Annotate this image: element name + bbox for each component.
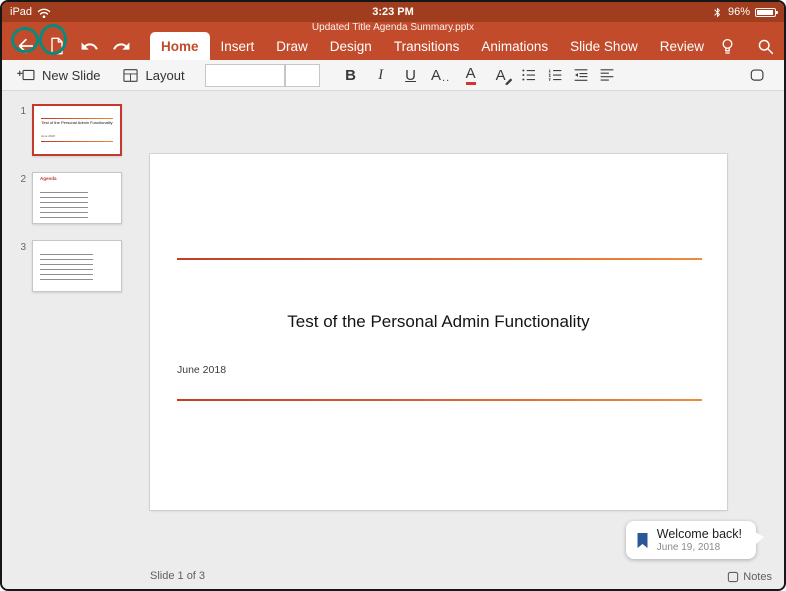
slide-canvas[interactable]: Test of the Personal Admin Functionality… — [150, 154, 727, 510]
tab-draw[interactable]: Draw — [265, 32, 319, 60]
mini-heading: Agenda — [40, 176, 57, 181]
numbering-button[interactable] — [542, 62, 568, 88]
callout-title: Welcome back! — [657, 527, 742, 541]
text-effects-button[interactable]: A — [486, 62, 516, 88]
back-button[interactable] — [12, 33, 38, 59]
wifi-icon — [37, 6, 51, 19]
layout-label: Layout — [146, 68, 185, 83]
layout-button[interactable]: Layout — [121, 67, 185, 84]
ribbon: Updated Title Agenda Summary.pptx Home I… — [2, 22, 784, 60]
notes-icon — [727, 571, 739, 583]
pen-icon — [504, 75, 514, 85]
device-label: iPad — [10, 6, 32, 18]
mini-text-lines — [40, 254, 93, 284]
callout-date: June 19, 2018 — [657, 542, 742, 553]
italic-button[interactable]: I — [366, 62, 396, 88]
powerpoint-app: iPad 3:23 PM 96% Updated Title Agenda Su… — [0, 0, 786, 591]
slide-counter: Slide 1 of 3 — [150, 570, 205, 582]
new-slide-button[interactable]: New Slide — [16, 66, 101, 84]
mini-text-lines — [40, 192, 88, 218]
status-bar: iPad 3:23 PM 96% — [2, 2, 784, 22]
tab-home[interactable]: Home — [150, 32, 210, 60]
tab-animations[interactable]: Animations — [470, 32, 559, 60]
slide-thumbnail-3[interactable] — [32, 240, 122, 292]
tab-transitions[interactable]: Transitions — [383, 32, 471, 60]
home-toolbar: New Slide Layout B I U A.. A A — [2, 60, 784, 91]
mini-date: June 2018 — [41, 134, 55, 138]
tab-review[interactable]: Review — [649, 32, 715, 60]
search-icon[interactable] — [753, 33, 779, 59]
bluetooth-icon — [712, 6, 723, 19]
battery-icon — [755, 8, 776, 17]
ribbon-tabs: Home Insert Draw Design Transitions Anim… — [150, 32, 715, 60]
bullets-button[interactable] — [516, 62, 542, 88]
bold-button[interactable]: B — [336, 62, 366, 88]
redo-button[interactable] — [108, 33, 134, 59]
slide-title-text[interactable]: Test of the Personal Admin Functionality — [170, 312, 707, 332]
notes-label: Notes — [743, 571, 772, 583]
font-size-input[interactable] — [285, 64, 320, 87]
tab-insert[interactable]: Insert — [210, 32, 266, 60]
slide-bottom-rule — [177, 399, 702, 401]
indent-button[interactable] — [568, 62, 594, 88]
slide-top-rule — [177, 258, 702, 260]
clock: 3:23 PM — [180, 6, 606, 18]
tab-design[interactable]: Design — [319, 32, 383, 60]
shape-button[interactable] — [744, 62, 770, 88]
new-slide-label: New Slide — [42, 68, 101, 83]
file-icon[interactable] — [44, 33, 70, 59]
slide-thumbnail-2[interactable]: Agenda — [32, 172, 122, 224]
thumbnail-number: 2 — [16, 172, 26, 224]
font-name-input[interactable] — [205, 64, 285, 87]
thumbnail-number: 1 — [16, 104, 26, 156]
bookmark-icon — [636, 532, 649, 549]
mini-line — [41, 141, 113, 142]
font-formatting-button[interactable]: A.. — [426, 62, 456, 88]
mini-line — [41, 118, 113, 119]
notes-button[interactable]: Notes — [727, 571, 772, 583]
undo-button[interactable] — [76, 33, 102, 59]
lightbulb-icon[interactable] — [715, 33, 741, 59]
font-color-button[interactable]: A — [456, 62, 486, 88]
battery-percent: 96% — [728, 6, 750, 18]
tab-slide-show[interactable]: Slide Show — [559, 32, 649, 60]
slide-date-text[interactable]: June 2018 — [177, 364, 226, 376]
slide-thumbnail-1[interactable]: Test of the Personal Admin Functionality… — [32, 104, 122, 156]
main-area: 1 Test of the Personal Admin Functionali… — [2, 91, 784, 589]
mini-title: Test of the Personal Admin Functionality — [38, 120, 116, 125]
align-button[interactable] — [594, 62, 620, 88]
underline-button[interactable]: U — [396, 62, 426, 88]
welcome-callout[interactable]: Welcome back! June 19, 2018 — [626, 521, 756, 559]
thumbnail-number: 3 — [16, 240, 26, 292]
